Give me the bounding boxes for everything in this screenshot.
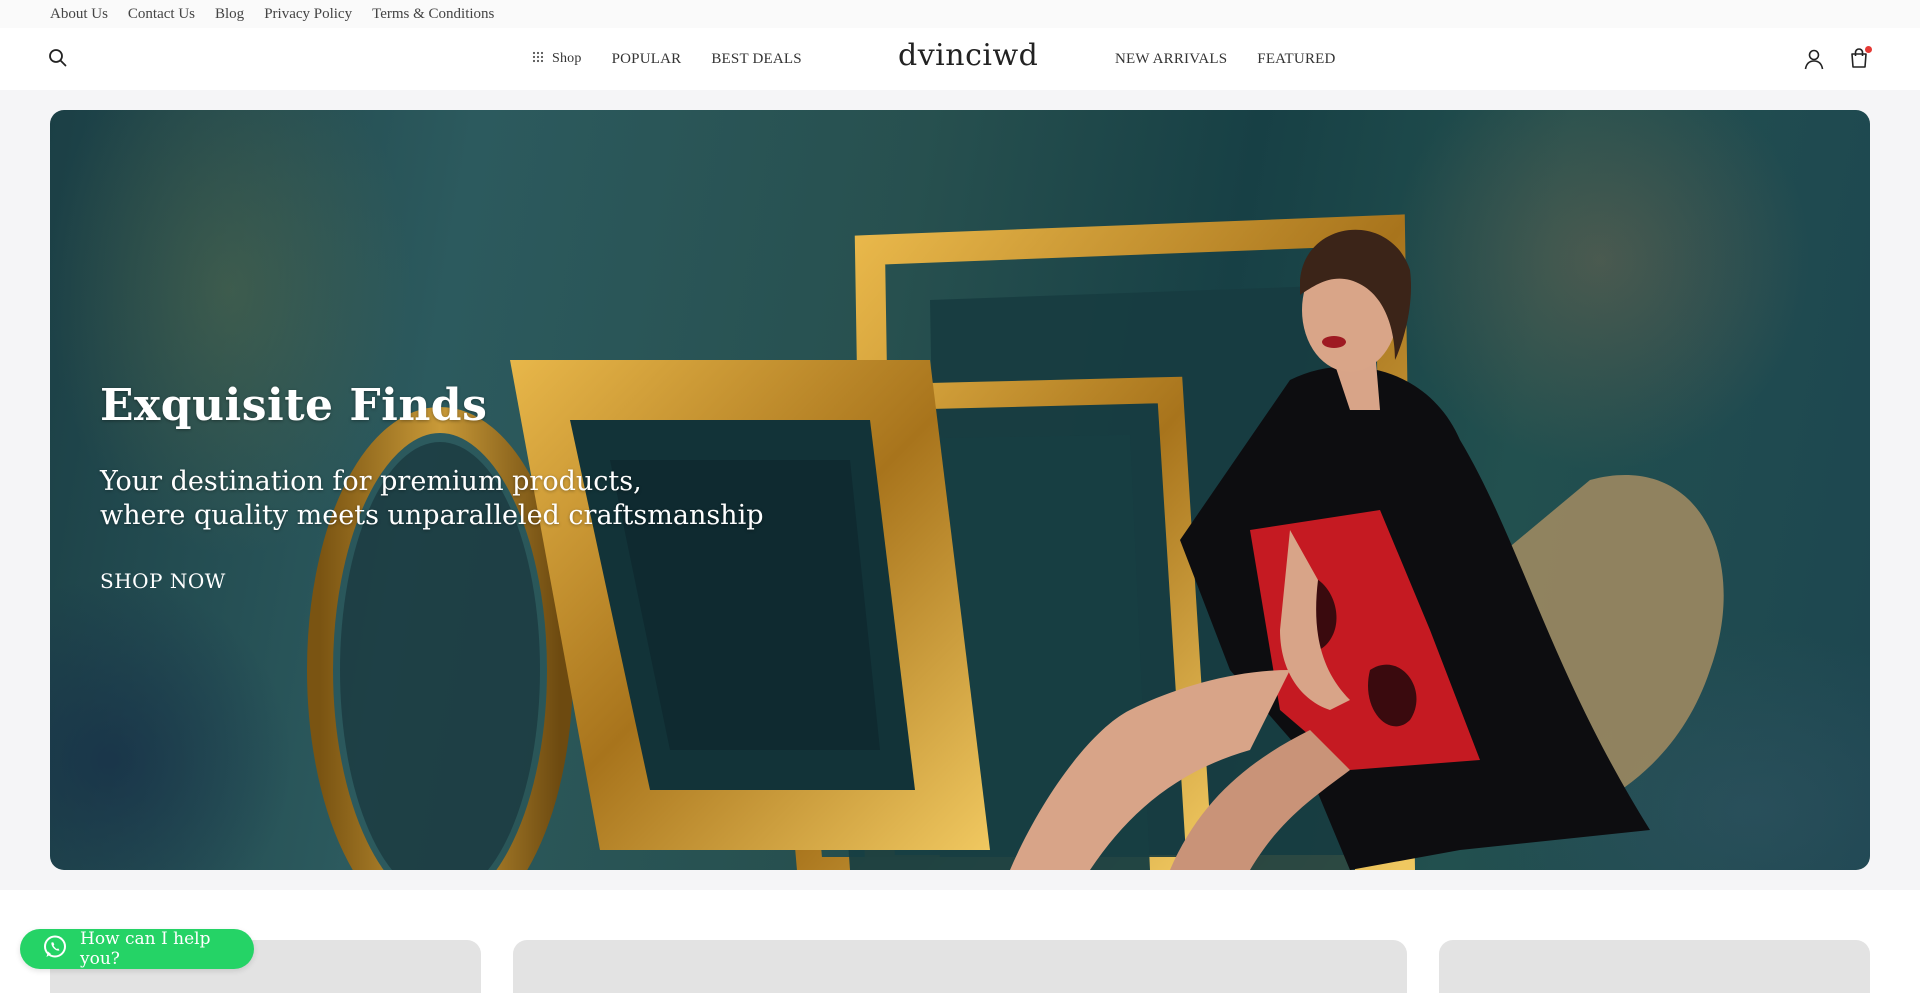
- whatsapp-icon: [42, 934, 68, 965]
- utility-bar: About Us Contact Us Blog Privacy Policy …: [0, 0, 1920, 28]
- site-logo[interactable]: dvinciwd: [898, 38, 1038, 73]
- utility-link-privacy[interactable]: Privacy Policy: [264, 6, 352, 23]
- hero-banner: Exquisite Finds Your destination for pre…: [50, 110, 1870, 870]
- nav-featured[interactable]: FEATURED: [1257, 51, 1335, 68]
- shopping-bag-icon[interactable]: [1848, 46, 1872, 69]
- chat-label: How can I help you?: [80, 929, 211, 969]
- nav-shop-label: Shop: [552, 51, 582, 66]
- user-icon[interactable]: [1803, 48, 1825, 70]
- nav-left: Shop POPULAR BEST DEALS: [532, 28, 802, 90]
- category-cards: [0, 890, 1920, 993]
- category-card[interactable]: [1439, 940, 1870, 993]
- nav-right: NEW ARRIVALS FEATURED: [1115, 28, 1336, 90]
- utility-link-terms[interactable]: Terms & Conditions: [372, 6, 494, 23]
- search-icon[interactable]: [48, 48, 68, 68]
- hero-section: Exquisite Finds Your destination for pre…: [0, 90, 1920, 890]
- nav-shop[interactable]: Shop: [532, 51, 582, 68]
- hero-content: Exquisite Finds Your destination for pre…: [100, 380, 764, 593]
- shop-now-button[interactable]: SHOP NOW: [100, 569, 226, 593]
- hero-title: Exquisite Finds: [100, 380, 488, 431]
- grid-icon: [532, 51, 544, 68]
- site-header: Shop POPULAR BEST DEALS dvinciwd NEW ARR…: [0, 28, 1920, 90]
- nav-popular[interactable]: POPULAR: [612, 51, 682, 68]
- category-card[interactable]: [513, 940, 1407, 993]
- nav-new-arrivals[interactable]: NEW ARRIVALS: [1115, 51, 1227, 68]
- cart-badge: [1865, 46, 1872, 53]
- hero-subtitle-line-2: where quality meets unparalleled craftsm…: [100, 500, 764, 531]
- hero-subtitle: Your destination for premium products, w…: [100, 465, 764, 533]
- utility-link-contact[interactable]: Contact Us: [128, 6, 195, 23]
- whatsapp-chat-button[interactable]: How can I help you?: [20, 929, 254, 969]
- utility-link-about[interactable]: About Us: [50, 6, 108, 23]
- hero-subtitle-line-1: Your destination for premium products,: [100, 466, 642, 497]
- utility-link-blog[interactable]: Blog: [215, 6, 244, 23]
- nav-best-deals[interactable]: BEST DEALS: [711, 51, 801, 68]
